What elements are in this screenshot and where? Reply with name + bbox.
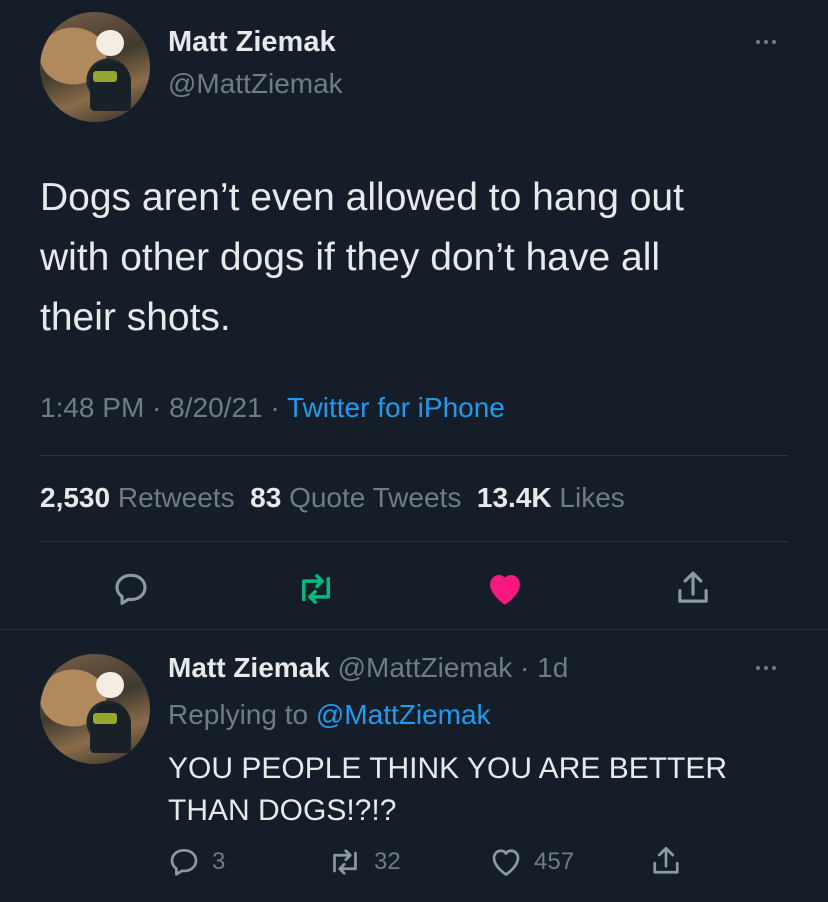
reply-text: YOU PEOPLE THINK YOU ARE BETTER THAN DOG… xyxy=(168,748,727,832)
tweet-text-line: their shots. xyxy=(40,296,231,339)
comment-icon xyxy=(115,573,147,605)
likes-label: Likes xyxy=(559,482,625,513)
like-count: 457 xyxy=(534,848,575,875)
tweet-date[interactable]: 8/20/21 xyxy=(169,392,262,423)
share-icon xyxy=(653,846,679,874)
divider xyxy=(40,455,788,456)
reply-header: Matt Ziemak @MattZiemak · 1d xyxy=(168,652,568,684)
share-icon xyxy=(678,571,708,603)
tweet-stats: 2,530 Retweets 83 Quote Tweets 13.4K Lik… xyxy=(40,482,625,514)
reply-author-name[interactable]: Matt Ziemak xyxy=(168,652,330,683)
tweet-time[interactable]: 1:48 PM xyxy=(40,392,144,423)
separator: · xyxy=(262,392,287,423)
retweet-count: 32 xyxy=(374,848,401,875)
separator: · xyxy=(512,652,538,683)
reply-like-button[interactable]: 457 xyxy=(488,844,574,880)
replying-to: Replying to @MattZiemak xyxy=(168,699,491,731)
reply-age[interactable]: 1d xyxy=(537,652,568,683)
comment-icon xyxy=(170,848,198,876)
reply-text-line: THAN DOGS!?!? xyxy=(168,794,397,827)
reply-share-button[interactable] xyxy=(648,842,684,880)
divider xyxy=(40,541,788,542)
reply-author-handle[interactable]: @MattZiemak xyxy=(338,652,513,683)
heart-icon xyxy=(492,849,520,876)
reply-author-avatar[interactable] xyxy=(40,654,150,764)
tweet-text-line: with other dogs if they don’t have all xyxy=(40,236,661,279)
author-name[interactable]: Matt Ziemak xyxy=(168,26,336,59)
retweets-count: 2,530 xyxy=(40,482,111,513)
divider xyxy=(0,629,828,630)
separator: · xyxy=(144,392,170,423)
author-avatar[interactable] xyxy=(40,12,150,122)
tweet-source-link[interactable]: Twitter for iPhone xyxy=(287,392,505,423)
share-button[interactable] xyxy=(672,566,714,610)
reply-reply-button[interactable]: 3 xyxy=(166,844,225,880)
tweet-text-line: Dogs aren’t even allowed to hang out xyxy=(40,176,684,219)
tweet-text: Dogs aren’t even allowed to hang out wit… xyxy=(40,168,684,348)
more-horizontal-icon[interactable] xyxy=(756,40,776,44)
reply-text-line: YOU PEOPLE THINK YOU ARE BETTER xyxy=(168,752,728,785)
more-horizontal-icon[interactable] xyxy=(756,666,776,670)
reply-button[interactable] xyxy=(110,568,152,610)
replying-to-handle[interactable]: @MattZiemak xyxy=(316,699,491,730)
likes-count: 13.4K xyxy=(476,482,552,513)
like-button[interactable] xyxy=(484,568,526,610)
retweet-icon xyxy=(333,849,357,875)
tweet-meta: 1:48 PM · 8/20/21 · Twitter for iPhone xyxy=(40,392,505,424)
reply-retweet-button[interactable]: 32 xyxy=(326,844,401,880)
heart-icon xyxy=(490,575,520,605)
retweet-button[interactable] xyxy=(294,568,338,610)
author-handle[interactable]: @MattZiemak xyxy=(168,68,343,100)
quotes-count: 83 xyxy=(250,482,282,513)
reply-count: 3 xyxy=(212,848,226,875)
likes-stat[interactable]: 13.4K Likes xyxy=(477,482,625,513)
replying-to-label: Replying to xyxy=(168,699,316,730)
retweets-label: Retweets xyxy=(117,482,235,513)
retweet-icon xyxy=(302,574,330,604)
quotes-stat[interactable]: 83 Quote Tweets xyxy=(250,482,461,513)
quotes-label: Quote Tweets xyxy=(289,482,462,513)
retweets-stat[interactable]: 2,530 Retweets xyxy=(40,482,235,513)
